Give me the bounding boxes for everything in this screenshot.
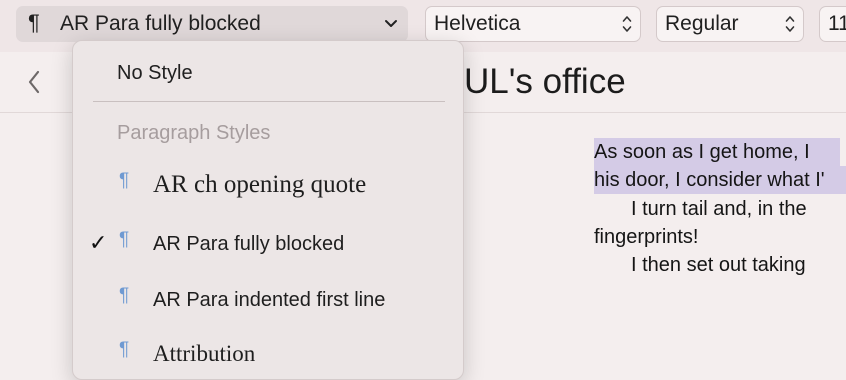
font-family-popup[interactable]: Helvetica [425, 6, 641, 42]
paragraph-icon: ¶ [28, 10, 40, 35]
font-family-value: Helvetica [434, 12, 521, 35]
menu-item-label: No Style [117, 62, 193, 84]
document-text-line[interactable]: his door, I consider what I' [594, 166, 846, 194]
paragraph-style-popup[interactable]: ¶ AR Para fully blocked [16, 6, 408, 42]
document-text-line[interactable]: I turn tail and, in the [631, 195, 807, 223]
up-down-chevron-icon [622, 13, 632, 35]
up-down-chevron-icon [785, 13, 795, 35]
menu-item-attribution[interactable]: ¶ Attribution [73, 334, 463, 374]
chevron-down-icon [384, 6, 398, 42]
menu-item-label: Attribution [153, 341, 256, 366]
paragraph-style-icon: ¶ [119, 170, 130, 191]
menu-item-ar-para-indented-first-line[interactable]: ¶ AR Para indented first line [73, 280, 463, 320]
menu-separator [93, 101, 445, 102]
document-text-line[interactable]: fingerprints! [594, 223, 699, 251]
paragraph-style-icon: ¶ [119, 339, 130, 360]
document-text-line[interactable]: I then set out taking [631, 251, 806, 279]
menu-section-header: Paragraph Styles [117, 122, 271, 144]
menu-item-label: AR Para fully blocked [153, 233, 345, 255]
paragraph-style-menu: No Style Paragraph Styles ¶ AR ch openin… [72, 40, 464, 380]
menu-item-label: AR Para indented first line [153, 289, 386, 311]
document-text-line[interactable]: As soon as I get home, I [594, 138, 840, 166]
back-chevron-icon[interactable] [26, 70, 42, 94]
menu-item-no-style[interactable]: No Style [73, 53, 463, 93]
font-size-popup[interactable]: 11 [819, 6, 846, 42]
font-size-value: 11 [828, 12, 846, 35]
menu-item-ar-para-fully-blocked[interactable]: ✓ ¶ AR Para fully blocked [73, 224, 463, 264]
paragraph-style-icon: ¶ [119, 285, 130, 306]
font-weight-value: Regular [665, 12, 739, 35]
paragraph-style-icon: ¶ [119, 229, 130, 250]
page-title: UL's office [464, 62, 626, 101]
menu-item-label: AR ch opening quote [153, 171, 367, 198]
menu-item-ar-ch-opening-quote[interactable]: ¶ AR ch opening quote [73, 165, 463, 205]
paragraph-style-value: AR Para fully blocked [60, 12, 261, 35]
font-weight-popup[interactable]: Regular [656, 6, 804, 42]
checkmark-icon: ✓ [89, 230, 108, 255]
